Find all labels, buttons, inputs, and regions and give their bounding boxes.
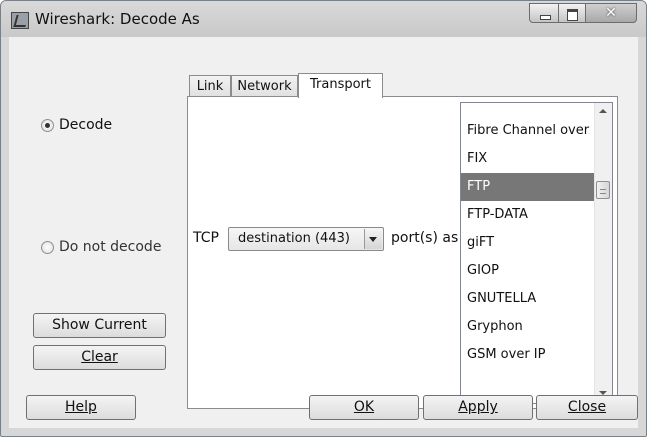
help-button[interactable]: Help [26,395,136,420]
ok-button[interactable]: OK [309,395,419,420]
list-item[interactable]: FTP-DATA [461,201,595,229]
minimize-button[interactable] [529,3,559,23]
help-button-label: Help [65,399,97,415]
close-button-label: Close [567,399,607,415]
transport-panel: TCP destination (443) port(s) as Fibre C… [187,96,618,409]
list-item[interactable]: Fibre Channel over IP [461,117,595,145]
ok-button-label: OK [353,399,375,415]
close-icon: ✕ [605,5,617,21]
close-button[interactable]: Close [536,395,638,420]
list-item[interactable]: GSM over IP [461,341,595,369]
clear-button-label: Clear [81,349,118,365]
apply-button[interactable]: Apply [423,395,533,420]
clear-button[interactable]: Clear [33,345,166,370]
tab-transport[interactable]: Transport [298,73,383,98]
decode-as-window: Wireshark: Decode As ✕ Decode Do not dec… [0,0,647,437]
list-item[interactable]: FIX [461,145,595,173]
protocol-list: Fibre Channel over IP FIX FTP FTP-DATA g… [461,117,595,369]
port-select-dropdown[interactable]: destination (443) [228,227,384,251]
scroll-up-arrow-icon[interactable] [599,109,607,113]
close-window-button[interactable]: ✕ [585,3,637,23]
dropdown-arrow-icon[interactable] [364,229,382,249]
radio-do-not-decode-indicator[interactable] [41,241,54,254]
list-item[interactable]: GNUTELLA [461,285,595,313]
tab-link[interactable]: Link [189,75,231,97]
list-item[interactable]: giFT [461,229,595,257]
tab-network[interactable]: Network [231,75,298,97]
radio-do-not-decode-label: Do not decode [59,239,162,255]
apply-button-label: Apply [458,399,498,415]
port-select-value: destination (443) [238,231,350,246]
wireshark-app-icon [11,12,29,29]
radio-decode-label: Decode [59,117,113,133]
protocol-listbox[interactable]: Fibre Channel over IP FIX FTP FTP-DATA g… [460,102,613,404]
vertical-scrollbar[interactable] [594,103,612,403]
maximize-button[interactable] [558,3,586,23]
scrollbar-thumb[interactable] [596,181,610,199]
window-title: Wireshark: Decode As [35,10,200,28]
list-item[interactable]: Gryphon [461,313,595,341]
list-item-selected[interactable]: FTP [461,173,595,201]
ports-as-label: port(s) as [391,230,459,246]
title-bar[interactable]: Wireshark: Decode As ✕ [1,1,646,37]
radio-decode-indicator[interactable] [41,119,54,132]
list-item[interactable]: GIOP [461,257,595,285]
dialog-client-area: Decode Do not decode Show Current Clear … [9,37,638,428]
show-current-button[interactable]: Show Current [33,313,166,338]
protocol-label: TCP [193,230,219,246]
